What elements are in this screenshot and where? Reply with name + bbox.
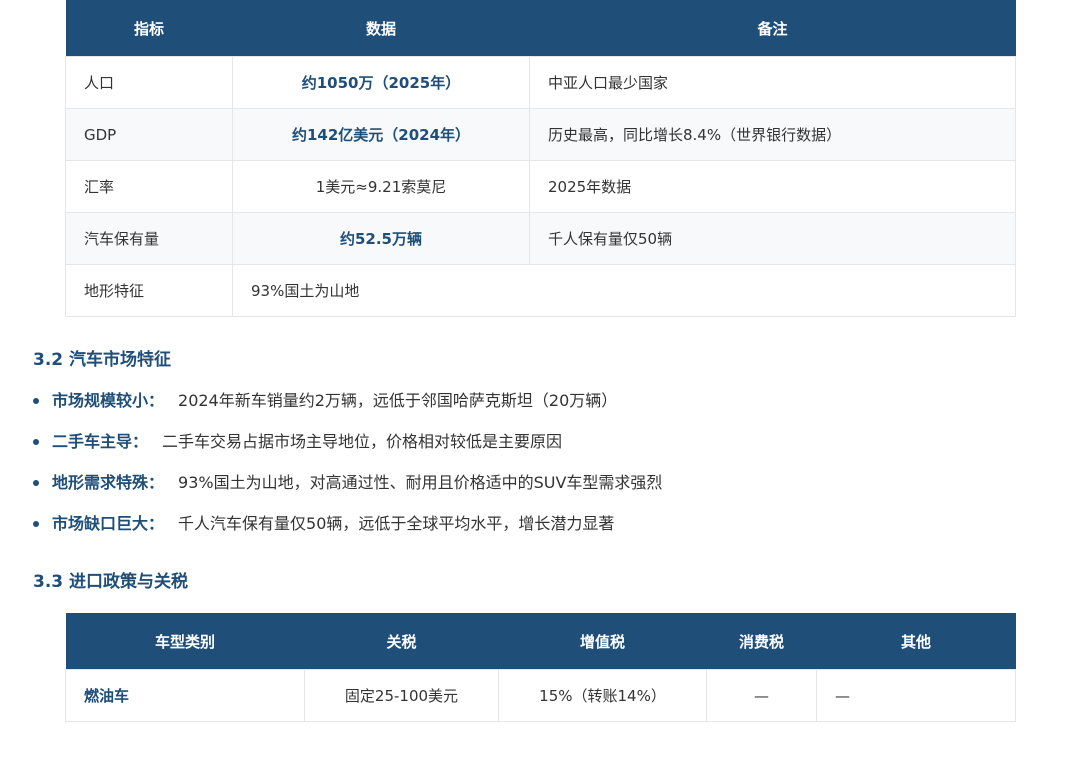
table-row: 地形特征 93%国土为山地 xyxy=(65,264,1016,317)
header-other: 其他 xyxy=(816,613,1016,670)
row-value: 93%国土为山地 xyxy=(232,264,1016,317)
table-row: GDP 约142亿美元（2024年） 历史最高，同比增长8.4%（世界银行数据） xyxy=(65,108,1016,161)
bullet-label: 市场规模较小： xyxy=(52,391,165,410)
bullet-dot-icon xyxy=(33,521,39,527)
row-label: 地形特征 xyxy=(65,264,233,317)
table-header-row: 车型类别 关税 增值税 消费税 其他 xyxy=(65,613,1016,670)
bullet-label: 市场缺口巨大： xyxy=(52,514,165,533)
tariff-table: 车型类别 关税 增值税 消费税 其他 燃油车 固定25-100美元 15%（转账… xyxy=(65,613,1016,722)
row-note: 中亚人口最少国家 xyxy=(529,56,1016,109)
header-indicator: 指标 xyxy=(65,0,233,57)
bullet-dot-icon xyxy=(33,480,39,486)
header-note: 备注 xyxy=(529,0,1016,57)
bullet-label: 二手车主导： xyxy=(52,432,149,451)
row-value: 约1050万（2025年） xyxy=(232,56,530,109)
bullet-dot-icon xyxy=(33,439,39,445)
list-item: 二手车主导： 二手车交易占据市场主导地位，价格相对较低是主要原因 xyxy=(33,429,1033,470)
row-note: 千人保有量仅50辆 xyxy=(529,212,1016,265)
header-excise: 消费税 xyxy=(706,613,817,670)
section-heading-import-policy: 3.3 进口政策与关税 xyxy=(33,572,189,592)
row-label: GDP xyxy=(65,108,233,161)
list-item: 地形需求特殊： 93%国土为山地，对高通过性、耐用且价格适中的SUV车型需求强烈 xyxy=(33,470,1033,511)
row-note: 历史最高，同比增长8.4%（世界银行数据） xyxy=(529,108,1016,161)
header-vehicle-type: 车型类别 xyxy=(65,613,305,670)
header-tariff: 关税 xyxy=(304,613,499,670)
bullet-text: 二手车交易占据市场主导地位，价格相对较低是主要原因 xyxy=(162,432,563,451)
row-tariff: 固定25-100美元 xyxy=(304,669,499,722)
list-item: 市场缺口巨大： 千人汽车保有量仅50辆，远低于全球平均水平，增长潜力显著 xyxy=(33,511,1033,552)
row-excise: — xyxy=(706,669,817,722)
row-label: 人口 xyxy=(65,56,233,109)
bullet-text: 千人汽车保有量仅50辆，远低于全球平均水平，增长潜力显著 xyxy=(178,514,615,533)
row-value: 约142亿美元（2024年） xyxy=(232,108,530,161)
section-heading-market: 3.2 汽车市场特征 xyxy=(33,350,172,370)
row-value: 约52.5万辆 xyxy=(232,212,530,265)
row-note: 2025年数据 xyxy=(529,160,1016,213)
list-item: 市场规模较小： 2024年新车销量约2万辆，远低于邻国哈萨克斯坦（20万辆） xyxy=(33,388,1033,429)
bullet-text: 93%国土为山地，对高通过性、耐用且价格适中的SUV车型需求强烈 xyxy=(178,473,663,492)
table-row: 汇率 1美元≈9.21索莫尼 2025年数据 xyxy=(65,160,1016,213)
bullet-dot-icon xyxy=(33,398,39,404)
indicator-table: 指标 数据 备注 人口 约1050万（2025年） 中亚人口最少国家 GDP 约… xyxy=(65,0,1016,317)
table-header-row: 指标 数据 备注 xyxy=(65,0,1016,57)
row-label: 汽车保有量 xyxy=(65,212,233,265)
bullet-text: 2024年新车销量约2万辆，远低于邻国哈萨克斯坦（20万辆） xyxy=(178,391,618,410)
row-vehicle-type: 燃油车 xyxy=(65,669,305,722)
row-value: 1美元≈9.21索莫尼 xyxy=(232,160,530,213)
table-row: 人口 约1050万（2025年） 中亚人口最少国家 xyxy=(65,56,1016,109)
market-feature-list: 市场规模较小： 2024年新车销量约2万辆，远低于邻国哈萨克斯坦（20万辆） 二… xyxy=(33,388,1033,552)
bullet-label: 地形需求特殊： xyxy=(52,473,165,492)
row-label: 汇率 xyxy=(65,160,233,213)
header-vat: 增值税 xyxy=(498,613,707,670)
table-row: 燃油车 固定25-100美元 15%（转账14%） — — xyxy=(65,669,1016,722)
table-row: 汽车保有量 约52.5万辆 千人保有量仅50辆 xyxy=(65,212,1016,265)
row-vat: 15%（转账14%） xyxy=(498,669,707,722)
header-data: 数据 xyxy=(232,0,530,57)
row-other: — xyxy=(816,669,1016,722)
